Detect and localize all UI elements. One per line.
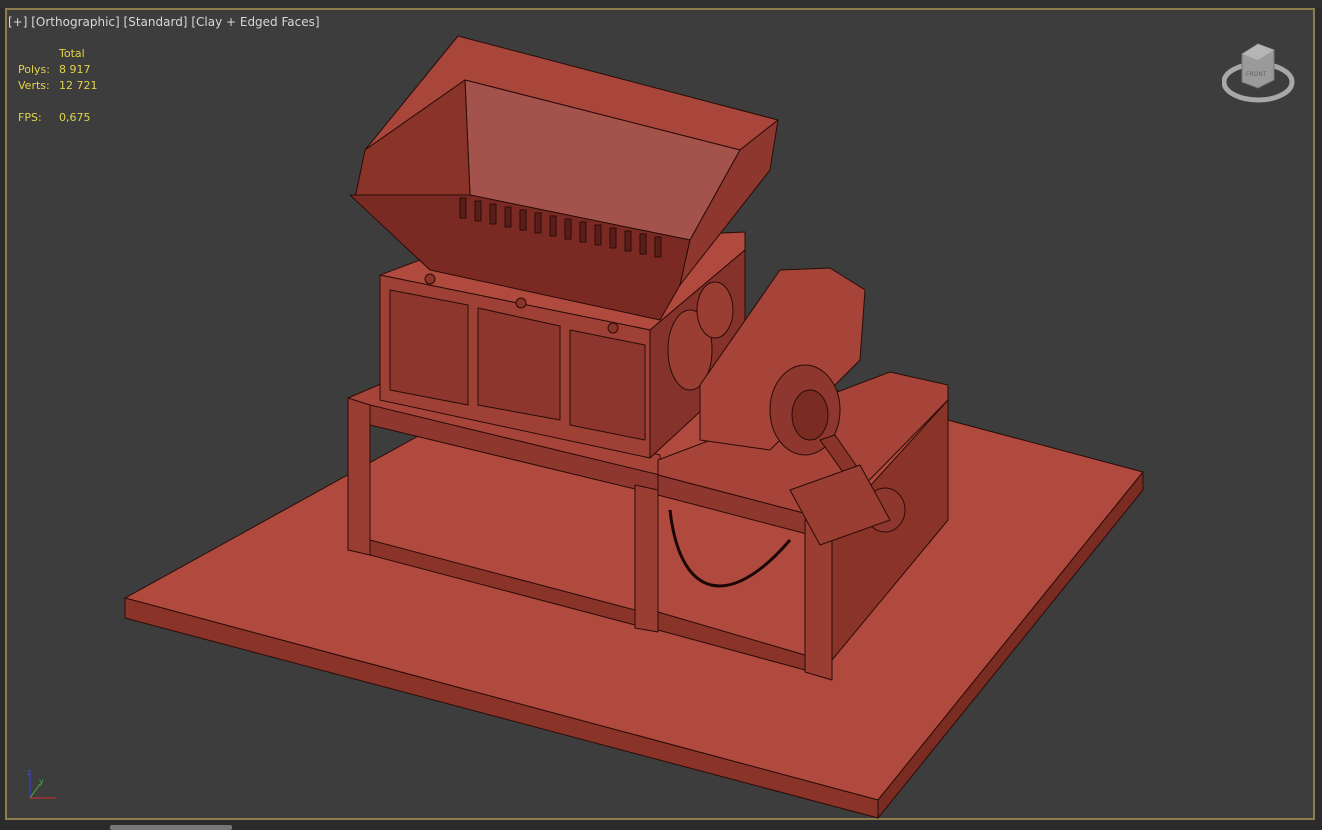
axis-z-label: z [27, 768, 31, 777]
fps-value: 0,675 [59, 111, 91, 124]
viewcube-icon[interactable]: FRONT [1222, 40, 1298, 106]
model-shredder[interactable] [0, 0, 1322, 830]
time-slider[interactable] [110, 825, 232, 830]
axis-tripod-icon: z y [27, 768, 56, 799]
viewport-point-of-view[interactable]: [Orthographic] [31, 15, 119, 29]
fps-label: FPS: [18, 111, 42, 124]
axis-y-label: y [39, 777, 44, 786]
viewport-display-mode[interactable]: [Clay + Edged Faces] [191, 15, 319, 29]
viewcube-face-label: FRONT [1246, 71, 1267, 78]
viewport-menu-plus[interactable]: [+] [8, 15, 27, 29]
viewport-label-menu: [+] [Orthographic] [Standard] [Clay + Ed… [8, 15, 320, 29]
verts-label: Verts: [18, 79, 50, 92]
stats-header: Total [59, 47, 85, 60]
viewport-shading-standard[interactable]: [Standard] [124, 15, 188, 29]
polys-label: Polys: [18, 63, 50, 76]
polys-value: 8 917 [59, 63, 91, 76]
verts-value: 12 721 [59, 79, 98, 92]
